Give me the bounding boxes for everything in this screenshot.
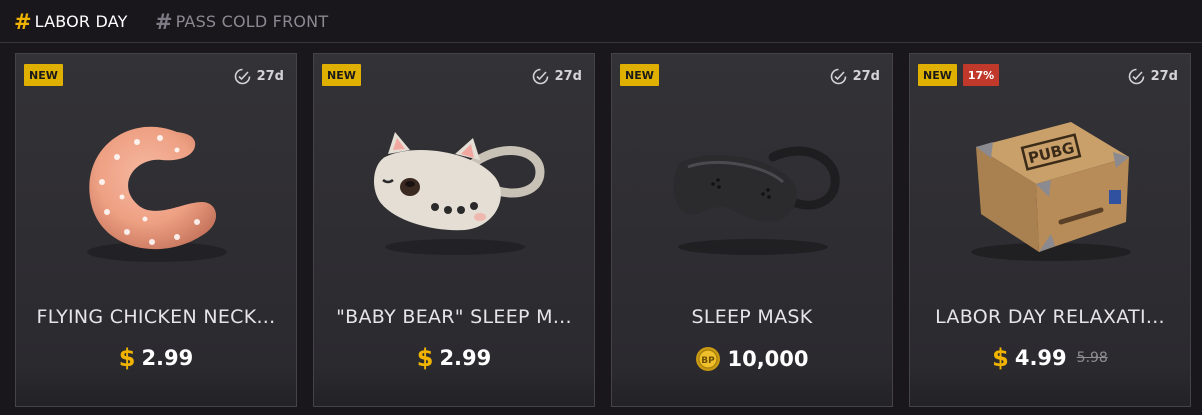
pubg-crate-image: PUBG	[971, 122, 1131, 261]
clock-check-icon	[234, 68, 250, 85]
timer-label: 27d	[554, 69, 582, 84]
item-name: "BABY BEAR" SLEEP M...	[336, 306, 572, 328]
badge-group: NEW	[24, 64, 63, 86]
item-card-sleep-mask[interactable]: NEW 27d SLEEP MASK BP 10,000	[611, 53, 893, 407]
new-badge: NEW	[322, 64, 361, 86]
tab-label: LABOR DAY	[34, 12, 128, 31]
clock-check-icon	[1128, 68, 1144, 85]
hash-icon: #	[14, 9, 32, 34]
bear-sleep-mask-image	[373, 132, 545, 255]
original-price: 5.98	[1076, 350, 1108, 366]
badge-group: NEW	[620, 64, 659, 86]
timer-label: 27d	[1150, 69, 1178, 84]
category-tabs: # LABOR DAY # PASS COLD FRONT	[0, 0, 1202, 43]
badge-group: NEW 17%	[918, 64, 1000, 86]
discount-badge: 17%	[962, 64, 1000, 86]
item-name: SLEEP MASK	[691, 306, 813, 328]
tab-label: PASS COLD FRONT	[175, 12, 329, 31]
new-badge: NEW	[918, 64, 957, 86]
card-shade	[910, 366, 1190, 406]
timer: 27d	[234, 68, 284, 85]
clock-check-icon	[830, 68, 846, 85]
item-card-baby-bear-sleep-mask[interactable]: NEW 27d "BABY BEAR" SLEEP M... $ 2.99	[313, 53, 595, 407]
neck-pillow-image	[87, 126, 227, 262]
item-name: FLYING CHICKEN NECK...	[36, 306, 276, 328]
tab-labor-day[interactable]: # LABOR DAY	[14, 8, 128, 36]
item-card-labor-day-relaxation[interactable]: NEW 17% 27d PUBG LABOR DAY RELAXATI... $…	[909, 53, 1191, 407]
svg-text:BP: BP	[702, 356, 716, 366]
item-name: LABOR DAY RELAXATI...	[935, 306, 1165, 328]
card-shade	[612, 366, 892, 406]
hash-icon: #	[155, 9, 173, 34]
black-sleep-mask-image	[673, 146, 840, 255]
timer: 27d	[1128, 68, 1178, 85]
clock-check-icon	[532, 68, 548, 85]
new-badge: NEW	[24, 64, 63, 86]
timer-label: 27d	[852, 69, 880, 84]
new-badge: NEW	[620, 64, 659, 86]
tab-pass-cold-front[interactable]: # PASS COLD FRONT	[155, 8, 328, 36]
card-shade	[314, 366, 594, 406]
timer-label: 27d	[256, 69, 284, 84]
timer: 27d	[830, 68, 880, 85]
store-panel: # LABOR DAY # PASS COLD FRONT NEW 27d FL…	[0, 0, 1202, 415]
timer: 27d	[532, 68, 582, 85]
card-shade	[16, 366, 296, 406]
badge-group: NEW	[322, 64, 361, 86]
item-card-neck-pillow[interactable]: NEW 27d FLYING CHICKEN NECK... $ 2.99	[15, 53, 297, 407]
